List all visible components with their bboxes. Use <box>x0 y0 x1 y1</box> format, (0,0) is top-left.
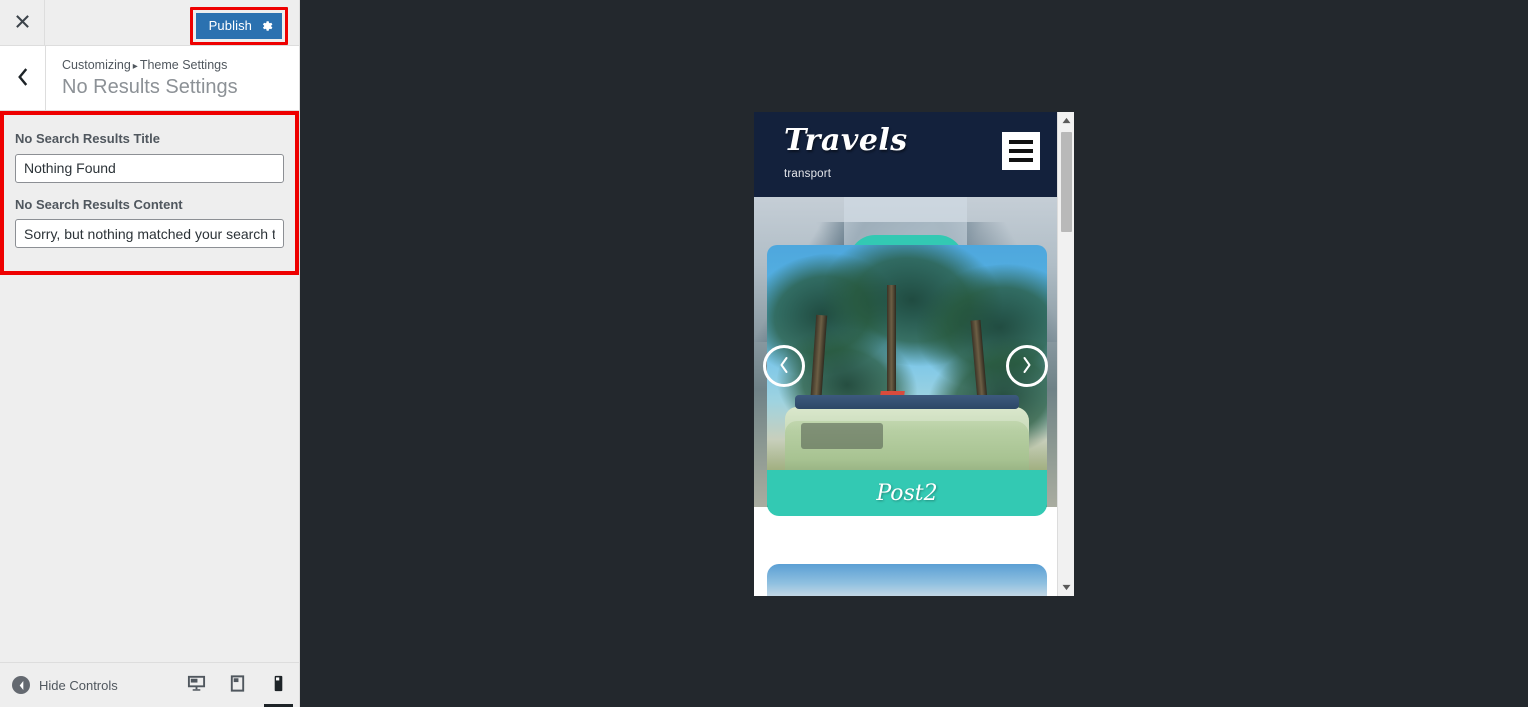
post-title[interactable]: Post2 <box>876 481 937 506</box>
back-button[interactable] <box>0 46 46 110</box>
breadcrumb-separator-icon: ▸ <box>132 61 138 72</box>
chevron-right-icon <box>1020 356 1034 377</box>
breadcrumb: Customizing ▸ Theme Settings <box>62 57 299 73</box>
post-card[interactable]: Post2 <box>767 470 1047 516</box>
hide-controls-button[interactable]: Hide Controls <box>12 676 118 694</box>
device-desktop-button[interactable] <box>176 663 217 707</box>
customizer-screen: Publish Customizing ▸ Theme Settings No … <box>0 0 1528 707</box>
site-tagline: transport <box>784 168 832 180</box>
breadcrumb-parent: Theme Settings <box>139 58 228 72</box>
publish-button[interactable]: Publish <box>195 13 282 39</box>
site-brand-title[interactable]: Travels <box>784 126 1039 156</box>
control-no-search-results-content: No Search Results Content <box>15 195 284 248</box>
scrollbar-thumb[interactable] <box>1061 132 1072 232</box>
hide-controls-label: Hide Controls <box>39 677 118 693</box>
no-search-results-title-input[interactable] <box>15 153 284 183</box>
control-no-search-results-title: No Search Results Title <box>15 129 284 183</box>
hamburger-menu-icon[interactable] <box>1002 132 1040 170</box>
post-title-bar: Post2 <box>767 470 1047 516</box>
site-header: Travels transport <box>754 112 1057 197</box>
device-tablet-button[interactable] <box>217 663 258 707</box>
no-results-settings-group: No Search Results Title No Search Result… <box>0 111 299 275</box>
close-icon <box>15 14 30 32</box>
section-header: Customizing ▸ Theme Settings No Results Se… <box>0 46 299 111</box>
gear-icon[interactable] <box>252 13 282 39</box>
preview-scrollbar[interactable] <box>1057 112 1074 596</box>
hamburger-bar <box>1009 149 1033 153</box>
slider-next-button[interactable] <box>1006 345 1048 387</box>
scrollbar-down-arrow-icon[interactable] <box>1058 579 1074 596</box>
chevron-left-icon <box>777 356 791 377</box>
sidebar-empty-space <box>0 275 299 615</box>
site-viewport: Travels transport Post2 <box>754 112 1057 596</box>
site-preview-frame[interactable]: Travels transport Post2 <box>754 112 1074 596</box>
customizer-footer: Hide Controls <box>0 662 299 707</box>
scrollbar-up-arrow-icon[interactable] <box>1058 112 1074 129</box>
slider-prev-button[interactable] <box>763 345 805 387</box>
featured-slider[interactable] <box>754 197 1057 507</box>
customizer-sidebar: Publish Customizing ▸ Theme Settings No … <box>0 0 300 707</box>
hamburger-bar <box>1009 140 1033 144</box>
collapse-left-icon <box>12 676 30 694</box>
preview-area: Travels transport Post2 <box>300 0 1528 707</box>
chevron-left-icon <box>16 67 29 89</box>
no-search-results-title-label: No Search Results Title <box>15 131 160 146</box>
device-preview-switcher <box>176 663 299 707</box>
next-post-card-peek[interactable] <box>767 564 1047 596</box>
tablet-icon <box>228 674 247 696</box>
close-customizer-button[interactable] <box>0 0 45 45</box>
device-mobile-button[interactable] <box>258 663 299 707</box>
breadcrumb-root: Customizing <box>62 58 131 72</box>
no-search-results-content-input[interactable] <box>15 219 284 248</box>
slide-image[interactable] <box>767 245 1047 507</box>
publish-highlight-box: Publish <box>189 7 288 45</box>
customizer-topbar: Publish <box>0 0 299 46</box>
hamburger-bar <box>1009 158 1033 162</box>
publish-button-label: Publish <box>208 18 252 33</box>
page-title: No Results Settings <box>62 76 238 99</box>
desktop-icon <box>187 674 206 696</box>
no-search-results-content-label: No Search Results Content <box>15 196 183 212</box>
mobile-icon <box>269 674 288 696</box>
